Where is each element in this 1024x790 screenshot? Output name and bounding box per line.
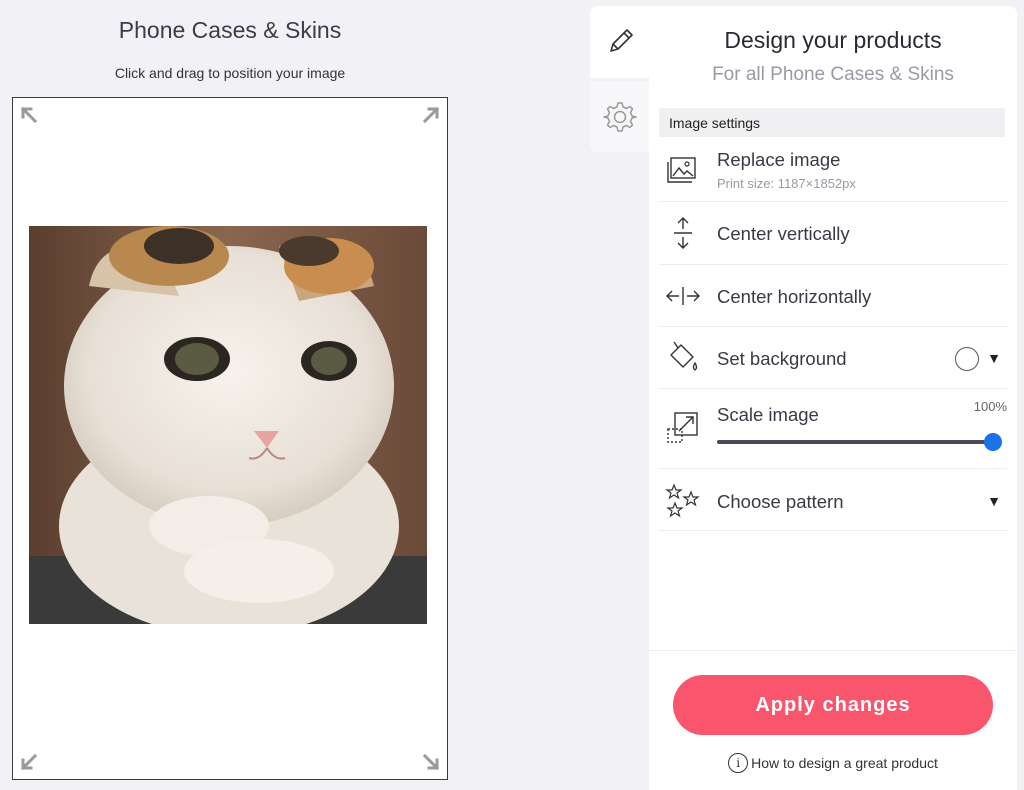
background-color-swatch[interactable]	[955, 347, 979, 371]
design-canvas[interactable]	[12, 97, 448, 780]
set-background-label: Set background	[717, 348, 847, 369]
center-vertically-row[interactable]: Center vertically	[659, 203, 1007, 265]
gear-icon	[602, 99, 638, 135]
scale-image-row: Scale image 100%	[659, 389, 1007, 469]
tab-design[interactable]	[590, 6, 650, 78]
replace-image-label: Replace image	[717, 149, 841, 170]
resize-handle-top-left-icon[interactable]	[18, 104, 40, 126]
design-panel: Design your products For all Phone Cases…	[649, 6, 1017, 790]
center-vertically-label: Center vertically	[717, 223, 850, 244]
tab-settings[interactable]	[590, 81, 650, 152]
panel-title: Design your products	[724, 27, 942, 53]
center-horizontally-label: Center horizontally	[717, 286, 872, 307]
panel-subtitle: For all Phone Cases & Skins	[712, 64, 954, 85]
design-help-label: How to design a great product	[751, 755, 938, 771]
scale-slider-track[interactable]	[717, 440, 993, 444]
scale-image-label: Scale image	[717, 404, 819, 425]
scale-slider-handle[interactable]	[984, 433, 1002, 451]
pencil-icon	[603, 25, 637, 59]
apply-changes-button[interactable]: Apply changes	[673, 675, 993, 735]
resize-handle-top-right-icon[interactable]	[420, 104, 442, 126]
panel-divider	[649, 650, 1017, 651]
horizontal-arrows-icon	[665, 278, 701, 314]
scale-percentage: 100%	[973, 399, 1007, 414]
resize-handle-bottom-left-icon[interactable]	[18, 751, 40, 773]
section-header-image-settings: Image settings	[659, 108, 1005, 137]
choose-pattern-label: Choose pattern	[717, 491, 844, 512]
resize-handle-bottom-right-icon[interactable]	[420, 751, 442, 773]
paint-bucket-icon	[665, 339, 701, 375]
info-icon: i	[728, 753, 749, 773]
center-horizontally-row[interactable]: Center horizontally	[659, 265, 1007, 327]
print-size-text: Print size: 1187×1852px	[717, 176, 856, 191]
side-tab-bar	[590, 6, 650, 152]
set-background-row[interactable]: Set background ▼	[659, 327, 1007, 389]
product-title: Phone Cases & Skins	[118, 17, 342, 43]
replace-image-row[interactable]: Replace image Print size: 1187×1852px	[659, 137, 1007, 202]
choose-pattern-row[interactable]: Choose pattern ▼	[659, 469, 1007, 531]
pattern-dropdown-caret-icon[interactable]: ▼	[987, 493, 1001, 509]
scale-icon	[665, 409, 701, 445]
image-gallery-icon	[665, 152, 701, 188]
background-dropdown-caret-icon[interactable]: ▼	[987, 350, 1001, 366]
uploaded-cat-photo[interactable]	[29, 226, 427, 624]
stars-icon	[665, 483, 701, 519]
design-help-link[interactable]: i How to design a great product	[649, 753, 1017, 773]
vertical-arrows-icon	[665, 215, 701, 251]
drag-hint: Click and drag to position your image	[114, 65, 346, 81]
